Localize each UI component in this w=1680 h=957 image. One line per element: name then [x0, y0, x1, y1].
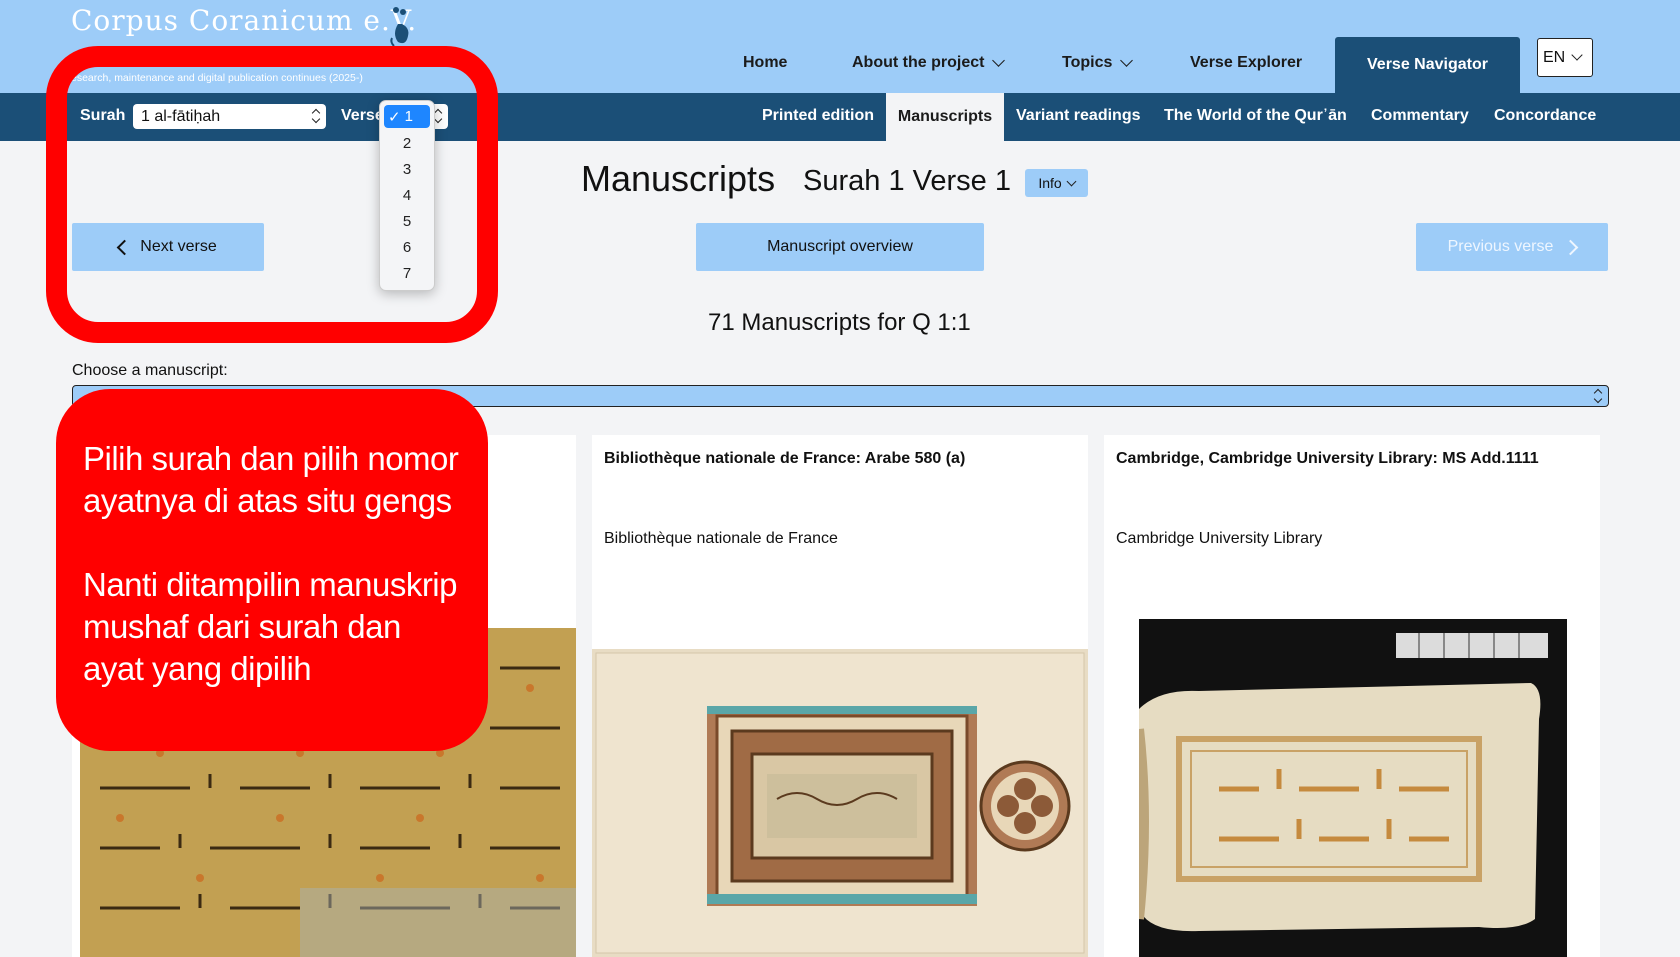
- manuscript-image[interactable]: [592, 649, 1088, 957]
- nav-topics[interactable]: Topics: [1062, 54, 1134, 72]
- annotation-text: Pilih surah dan pilih nomor: [83, 440, 459, 477]
- tab-commentary[interactable]: Commentary: [1371, 107, 1469, 125]
- tab-concordance[interactable]: Concordance: [1494, 107, 1596, 125]
- page-title: Manuscripts: [581, 158, 776, 199]
- logo-mark-icon: [390, 7, 409, 47]
- manuscript-title[interactable]: Bibliothèque nationale de France: Arabe …: [604, 450, 965, 468]
- previous-verse-button[interactable]: Previous verse: [1416, 223, 1608, 271]
- annotation-callout: Pilih surah dan pilih nomor ayatnya di a…: [56, 389, 488, 751]
- annotation-text: Nanti ditampilin manuskrip: [83, 566, 458, 603]
- annotation-text: ayat yang dipilih: [83, 650, 312, 687]
- manuscript-count: 71 Manuscripts for Q 1:1: [708, 309, 971, 336]
- manuscript-overview-button[interactable]: Manuscript overview: [696, 223, 984, 271]
- chevron-down-icon: [1066, 176, 1077, 186]
- chevron-right-icon: [1563, 239, 1579, 255]
- nav-verse-navigator[interactable]: Verse Navigator: [1335, 37, 1520, 93]
- select-arrows-icon: [1594, 389, 1602, 403]
- chevron-down-icon: [1571, 49, 1583, 61]
- nav-verse-explorer[interactable]: Verse Explorer: [1190, 54, 1302, 72]
- nav-home[interactable]: Home: [743, 54, 787, 72]
- page-subtitle: Surah 1 Verse 1: [803, 165, 1011, 197]
- manuscript-library: Bibliothèque nationale de France: [604, 530, 838, 547]
- site-logo-text[interactable]: Corpus Coranicum e.V.: [71, 4, 417, 37]
- nav-about-project[interactable]: About the project: [852, 54, 1006, 72]
- tab-manuscripts[interactable]: Manuscripts: [886, 93, 1004, 141]
- manuscript-title[interactable]: Cambridge, Cambridge University Library:…: [1116, 450, 1539, 468]
- manuscript-library: Cambridge University Library: [1116, 530, 1323, 547]
- manuscript-card[interactable]: Cambridge, Cambridge University Library:…: [1104, 435, 1600, 957]
- chevron-down-icon: [992, 54, 1006, 67]
- tab-world-of-quran[interactable]: The World of the Qur᾿ān: [1164, 107, 1347, 125]
- tab-printed-edition[interactable]: Printed edition: [762, 107, 874, 125]
- annotation-text: mushaf dari surah dan: [83, 608, 401, 645]
- info-button[interactable]: Info: [1025, 169, 1088, 197]
- choose-manuscript-label: Choose a manuscript:: [72, 362, 228, 379]
- annotation-highlight-ring: [46, 46, 498, 343]
- manuscript-card[interactable]: Bibliothèque nationale de France: Arabe …: [592, 435, 1088, 957]
- manuscript-image[interactable]: [1139, 619, 1567, 957]
- tab-variant-readings[interactable]: Variant readings: [1016, 107, 1141, 125]
- annotation-text: ayatnya di atas situ gengs: [83, 482, 452, 519]
- language-select[interactable]: EN: [1537, 38, 1593, 77]
- chevron-down-icon: [1120, 54, 1134, 67]
